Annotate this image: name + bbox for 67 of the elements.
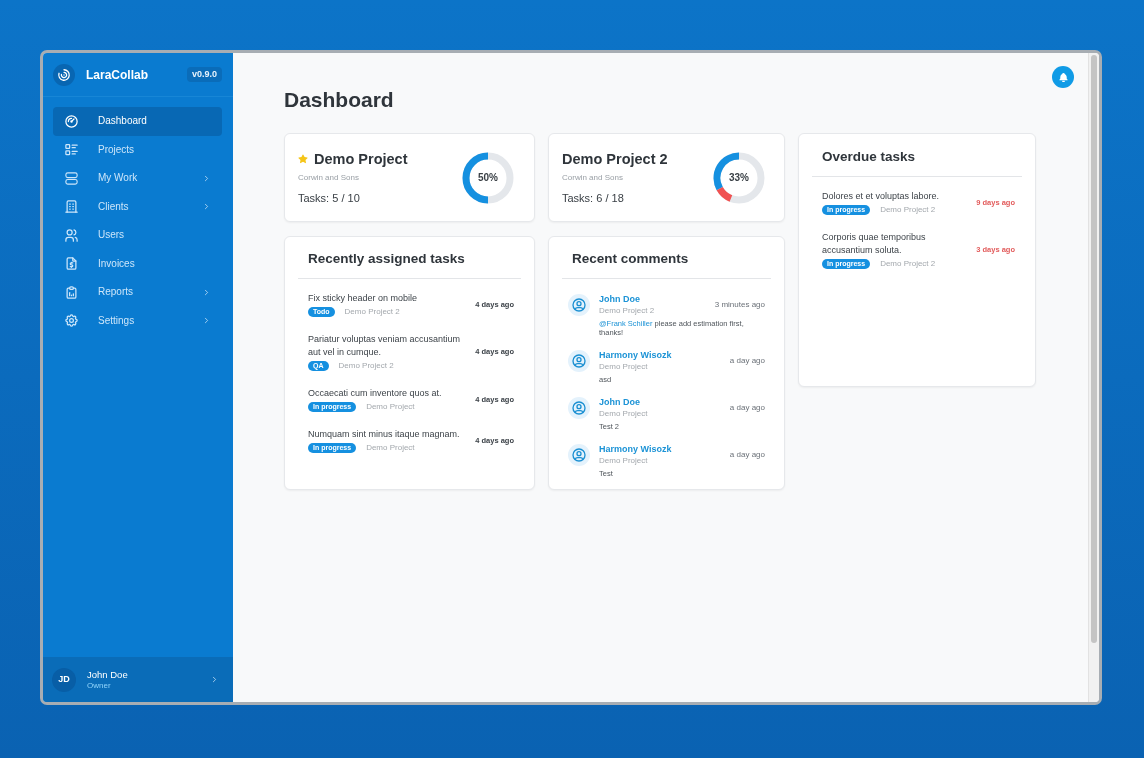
task-count: Tasks: 6 / 18 [562,191,624,205]
user-role: Owner [87,680,112,691]
clipboard-icon [64,284,79,300]
settings-icon [64,313,79,329]
chevron-icon [210,675,219,684]
logo-icon [53,63,75,86]
page-title: Dashboard [284,87,394,113]
task-title[interactable]: Corporis quae temporibus accusantium soluta. [822,231,952,257]
task-title[interactable]: Fix sticky header on mobile [308,292,418,305]
bell-icon [1057,71,1069,83]
nav-item[interactable]: Settings [53,306,222,335]
nav-item[interactable]: Reports [53,278,222,307]
task-count: Tasks: 5 / 10 [298,191,360,205]
users-icon [64,227,79,243]
client-name: Corwin and Sons [562,173,623,183]
building-icon [64,199,79,215]
user-avatar-icon [568,349,590,372]
invoice-icon [64,256,79,272]
project-name: Demo Project [366,443,415,453]
nav-item[interactable]: Clients [53,192,222,221]
nav-item[interactable]: Projects [53,135,222,164]
task-title[interactable]: Occaecati cum inventore quos at. [308,387,442,400]
gauge-icon [64,113,79,129]
task-title[interactable]: Numquam sint minus itaque magnam. [308,428,460,441]
client-name: Corwin and Sons [298,173,359,183]
project-name: Demo Project [366,402,415,412]
comment-author[interactable]: John Doe [599,293,640,305]
project-name: Demo Project 2 [880,259,936,269]
progress-reading: 50% [478,171,498,184]
project-name: Demo Project [599,409,648,419]
project-name: Demo Project 2 [880,205,936,215]
scrollbar-thumb[interactable] [1091,55,1097,643]
task-title[interactable]: Pariatur voluptas veniam accusantium aut vel in cumque. [308,333,468,359]
comment-author[interactable]: John Doe [599,396,640,408]
comment-author[interactable]: Harmony Wisozk [599,443,672,455]
project-title[interactable]: Demo Project 2 [562,150,668,168]
card-title: Recent comments [572,250,689,268]
card-title: Recently assigned tasks [308,250,465,268]
version-badge: v0.9.0 [186,67,222,82]
comment-time: a day ago [729,449,765,460]
user-avatar-icon [568,396,590,419]
card-title: Overdue tasks [822,148,916,166]
list-icon [64,142,79,158]
project-name: Demo Project [599,362,648,372]
user-menu[interactable]: JD John Doe Owner [43,657,233,702]
user-avatar-icon [568,443,590,466]
stack-icon [64,170,79,186]
user-name: John Doe [87,668,128,681]
progress-reading: 33% [729,171,749,184]
nav-item[interactable]: My Work [53,164,222,193]
project-name: Demo Project 2 [344,307,400,317]
nav-item[interactable]: Dashboard [53,107,222,136]
notification-button[interactable] [1052,66,1074,88]
task-title[interactable]: Dolores et et voluptas labore. [822,190,940,203]
comment-time: 3 minutes ago [714,299,765,310]
comment-time: a day ago [729,402,765,413]
comment-author[interactable]: Harmony Wisozk [599,349,672,361]
project-name: Demo Project 2 [338,361,394,371]
app-name: LaraCollab [86,66,148,84]
project-name: Demo Project [599,456,648,466]
user-avatar-icon [568,293,590,316]
project-name: Demo Project 2 [599,306,655,316]
project-title[interactable]: Demo Project [314,150,408,168]
user-avatar: JD [52,667,76,692]
nav-item[interactable]: Users [53,221,222,250]
comment-time: a day ago [729,355,765,366]
nav-item[interactable]: Invoices [53,249,222,278]
